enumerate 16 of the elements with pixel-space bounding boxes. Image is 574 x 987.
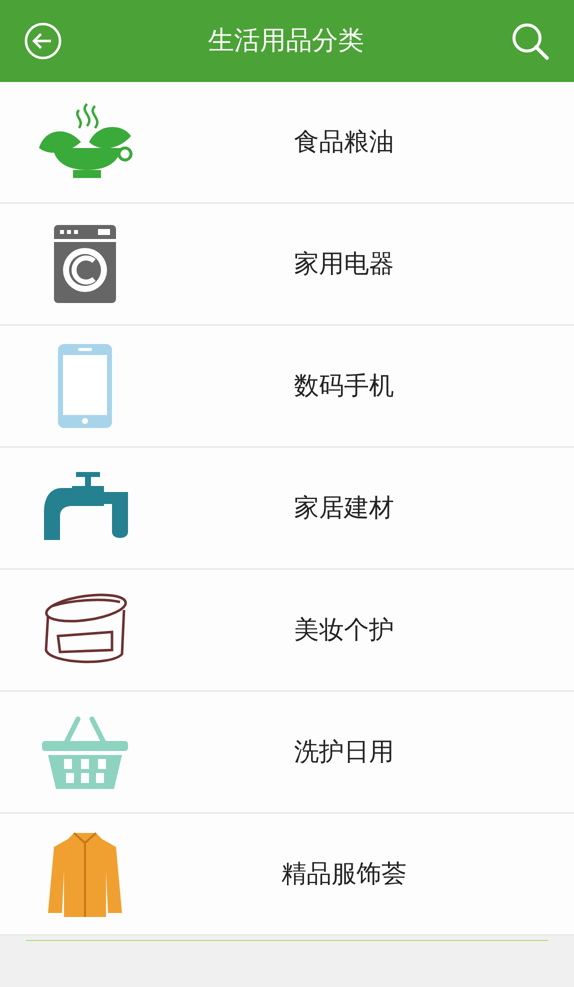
back-icon xyxy=(24,22,62,60)
search-button[interactable] xyxy=(510,21,550,61)
smartphone-icon xyxy=(58,344,112,428)
category-label: 美妆个护 xyxy=(293,614,395,646)
search-icon xyxy=(510,21,550,61)
category-label: 家用电器 xyxy=(293,248,395,280)
category-label: 数码手机 xyxy=(293,370,395,402)
back-button[interactable] xyxy=(24,22,62,60)
shopping-basket-icon xyxy=(42,715,128,789)
category-label: 洗护日用 xyxy=(293,736,395,768)
category-label: 精品服饰荟 xyxy=(280,858,408,890)
category-label: 食品粮油 xyxy=(293,126,395,158)
washing-machine-icon xyxy=(54,225,116,303)
jacket-icon xyxy=(48,831,122,917)
page-title: 生活用品分类 xyxy=(208,24,364,58)
category-label: 家居建材 xyxy=(293,492,395,524)
